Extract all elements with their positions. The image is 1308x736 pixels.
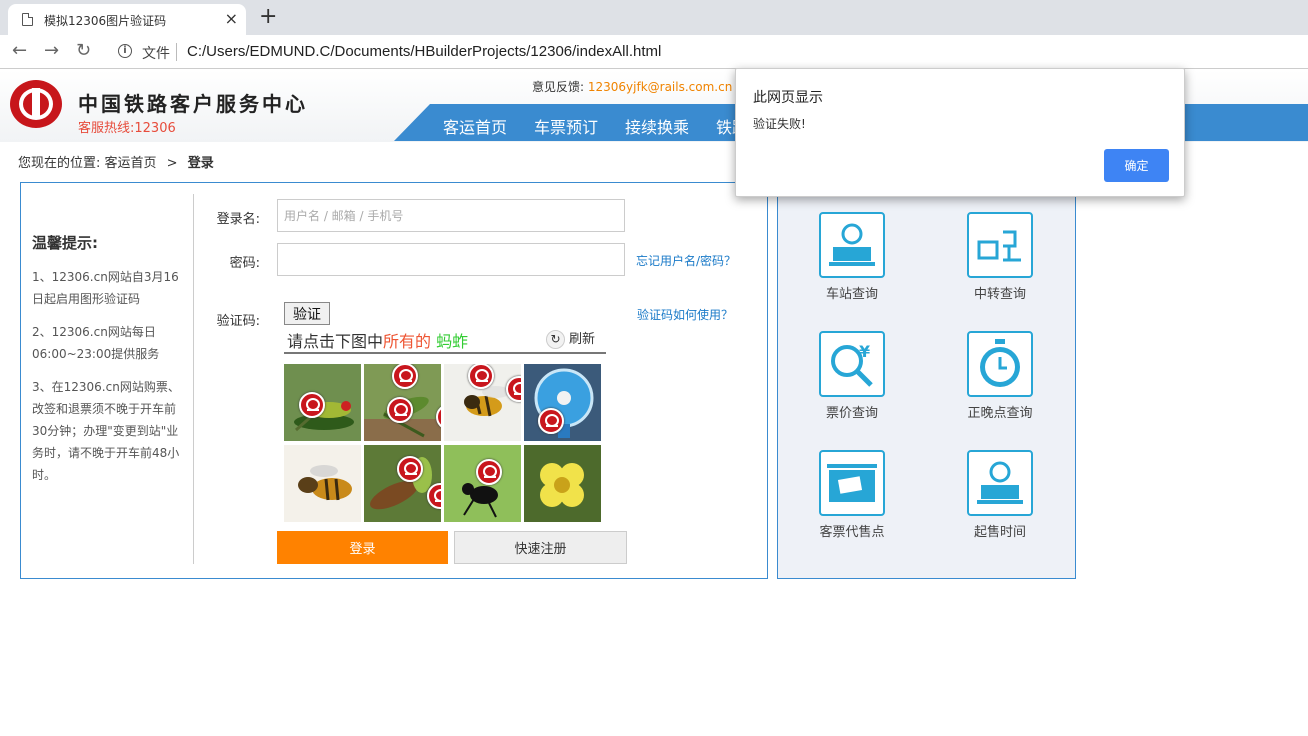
reload-icon[interactable]: ↻ xyxy=(76,41,91,61)
alert-dialog: 此网页显示 验证失败! 确定 xyxy=(735,68,1185,197)
tip-item: 3、在12306.cn网站购票、改签和退票须不晚于开车前30分钟；办理"变更到站… xyxy=(32,380,180,482)
selected-mark-icon xyxy=(476,459,502,485)
verify-button[interactable]: 验证 xyxy=(284,302,330,325)
captcha-prompt: 请点击下图中所有的 蚂蚱 xyxy=(287,328,468,352)
captcha-image-fan[interactable] xyxy=(524,364,601,441)
nav-transfer[interactable]: 接续换乘 xyxy=(625,114,689,138)
service-ticket-agent[interactable]: 客票代售点 xyxy=(797,450,907,540)
forward-icon[interactable]: → xyxy=(44,41,59,61)
captcha-refresh[interactable]: ↻ 刷新 xyxy=(546,328,595,349)
password-input[interactable] xyxy=(277,243,625,276)
railway-logo[interactable] xyxy=(10,80,62,128)
captcha-image-bee[interactable] xyxy=(284,445,361,522)
close-tab-icon[interactable]: × xyxy=(225,9,238,28)
service-label: 起售时间 xyxy=(973,525,1026,540)
selected-mark-icon xyxy=(299,392,325,418)
browser-tab[interactable]: 模拟12306图片验证码 × xyxy=(8,4,246,35)
service-transfer[interactable]: 中转查询 xyxy=(945,212,1055,302)
refresh-icon[interactable]: ↻ xyxy=(546,330,565,349)
breadcrumb-home[interactable]: 客运首页 xyxy=(105,156,157,171)
nav-home[interactable]: 客运首页 xyxy=(443,114,507,138)
service-label: 正晚点查询 xyxy=(967,406,1033,421)
dialog-ok-button[interactable]: 确定 xyxy=(1104,149,1169,182)
ticket-agent-icon[interactable] xyxy=(819,450,885,516)
username-label: 登录名: xyxy=(216,212,260,227)
selected-mark-icon xyxy=(397,456,423,482)
breadcrumb: 您现在的位置: 客运首页 > 登录 xyxy=(18,152,214,171)
service-label: 中转查询 xyxy=(973,287,1026,302)
station-icon[interactable] xyxy=(819,212,885,278)
service-label: 车站查询 xyxy=(825,287,878,302)
tab-title: 模拟12306图片验证码 xyxy=(44,14,167,28)
sale-time-icon[interactable] xyxy=(967,450,1033,516)
fare-icon[interactable]: ¥ xyxy=(819,331,885,397)
back-icon[interactable]: ← xyxy=(12,41,27,61)
captcha-help-link[interactable]: 验证码如何使用？ xyxy=(637,306,733,323)
selected-mark-icon xyxy=(392,364,418,389)
address-bar: ← → ↻ i 文件 C:/Users/EDMUND.C/Documents/H… xyxy=(0,35,1308,69)
hotline: 客服热线:12306 xyxy=(78,121,176,136)
new-tab-icon[interactable]: + xyxy=(259,4,277,30)
service-timer[interactable]: 正晚点查询 xyxy=(945,331,1055,421)
service-label: 票价查询 xyxy=(825,406,878,421)
breadcrumb-prefix: 您现在的位置: xyxy=(18,156,105,171)
username-input[interactable] xyxy=(277,199,625,232)
captcha-prompt-target: 蚂蚱 xyxy=(431,332,469,351)
service-sale-time[interactable]: 起售时间 xyxy=(945,450,1055,540)
tip-item: 2、12306.cn网站每日06:00~23:00提供服务 xyxy=(32,325,160,361)
captcha-label: 验证码: xyxy=(216,314,260,329)
selected-mark-icon xyxy=(538,408,564,434)
service-fare[interactable]: ¥ 票价查询 xyxy=(797,331,907,421)
service-station[interactable]: 车站查询 xyxy=(797,212,907,302)
url-text[interactable]: C:/Users/EDMUND.C/Documents/HBuilderProj… xyxy=(187,43,661,60)
service-label: 客票代售点 xyxy=(819,525,885,540)
feedback: 意见反馈: 12306yjfk@rails.com.cn xyxy=(532,78,732,95)
site-brand[interactable]: 中国铁路客户服务中心 xyxy=(78,88,308,117)
tip-item: 1、12306.cn网站自3月16日起启用图形验证码 xyxy=(32,270,179,306)
svg-text:¥: ¥ xyxy=(859,342,870,361)
captcha-image-ant[interactable] xyxy=(444,445,521,522)
selected-mark-icon xyxy=(468,364,494,389)
captcha-image-grasshopper[interactable] xyxy=(364,364,441,441)
feedback-email[interactable]: 12306yjfk@rails.com.cn xyxy=(588,80,732,94)
captcha-prompt-emph: 所有的 xyxy=(383,332,432,351)
dialog-message: 验证失败! xyxy=(753,117,806,131)
forgot-password-link[interactable]: 忘记用户名/密码？ xyxy=(636,252,736,269)
timer-icon[interactable] xyxy=(967,331,1033,397)
nav-booking[interactable]: 车票预订 xyxy=(534,114,598,138)
tab-strip: 模拟12306图片验证码 × + xyxy=(0,0,1308,35)
breadcrumb-current: 登录 xyxy=(187,156,214,171)
transfer-icon[interactable] xyxy=(967,212,1033,278)
tips-divider xyxy=(193,194,194,564)
info-icon[interactable]: i xyxy=(118,44,132,58)
captcha-image-grasshopper[interactable] xyxy=(364,445,441,522)
tips-title: 温馨提示: xyxy=(32,234,98,252)
captcha-image-bee[interactable] xyxy=(444,364,521,441)
register-button[interactable]: 快速注册 xyxy=(454,531,627,564)
password-label: 密码: xyxy=(229,256,260,271)
captcha-image-grasshopper[interactable] xyxy=(284,364,361,441)
omnibox-divider xyxy=(176,43,177,61)
refresh-label[interactable]: 刷新 xyxy=(569,332,595,347)
captcha-prompt-text: 请点击下图中 xyxy=(287,332,384,351)
login-button[interactable]: 登录 xyxy=(277,531,448,564)
omnibox[interactable]: i 文件 C:/Users/EDMUND.C/Documents/HBuilde… xyxy=(108,38,1308,66)
feedback-label: 意见反馈: xyxy=(532,80,588,94)
file-label: 文件 xyxy=(142,46,170,62)
breadcrumb-sep: > xyxy=(166,156,178,171)
captcha-image-flower[interactable] xyxy=(524,445,601,522)
dialog-title: 此网页显示 xyxy=(753,90,823,106)
captcha-divider xyxy=(284,352,606,354)
selected-mark-icon xyxy=(387,397,413,423)
page-icon xyxy=(22,13,33,26)
